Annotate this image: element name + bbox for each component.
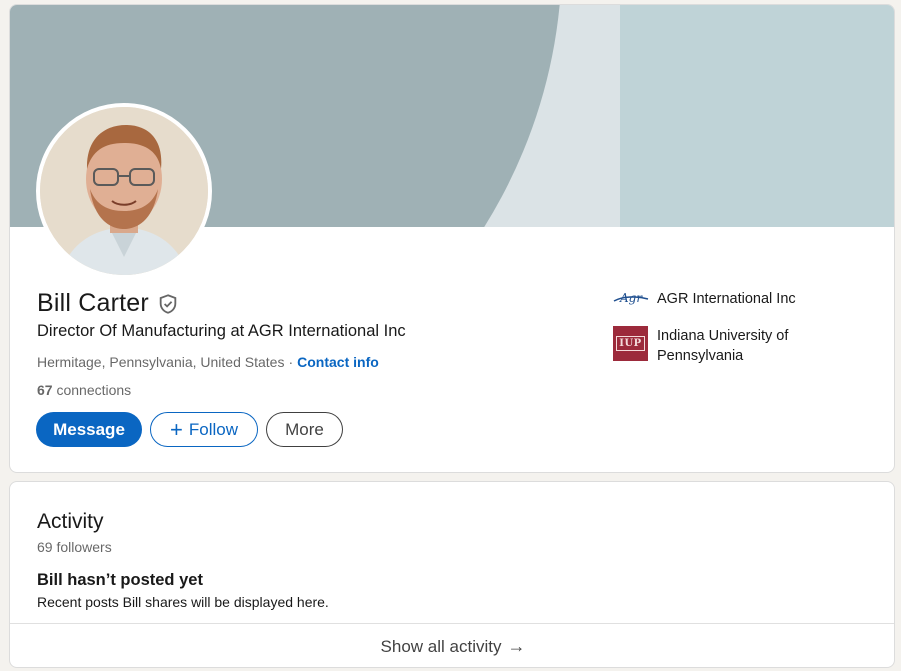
activity-card: Activity 69 followers Bill hasn’t posted… bbox=[9, 481, 895, 668]
profile-headline: Director Of Manufacturing at AGR Interna… bbox=[37, 322, 406, 340]
follow-label: Follow bbox=[188, 419, 238, 439]
iup-logo-text: IUP bbox=[616, 336, 645, 351]
activity-empty-title: Bill hasn’t posted yet bbox=[37, 571, 203, 589]
connections-link[interactable]: 67 connections bbox=[37, 382, 131, 398]
profile-name: Bill Carter bbox=[37, 289, 149, 317]
contact-info-link[interactable]: Contact info bbox=[297, 354, 379, 370]
follow-button[interactable]: + Follow bbox=[150, 412, 258, 447]
iup-logo-icon: IUP bbox=[613, 326, 648, 361]
activity-followers[interactable]: 69 followers bbox=[37, 539, 112, 555]
plus-icon: + bbox=[170, 416, 183, 442]
connections-label: connections bbox=[56, 382, 132, 398]
more-button[interactable]: More bbox=[266, 412, 343, 447]
org-name-iup: Indiana University of Pennsylvania bbox=[657, 328, 789, 364]
message-button[interactable]: Message bbox=[36, 412, 142, 447]
agr-logo-icon: Agr bbox=[613, 289, 649, 314]
location-row: Hermitage, Pennsylvania, United States ·… bbox=[37, 354, 379, 370]
org-item-iup[interactable]: IUP Indiana University of Pennsylvania bbox=[613, 326, 873, 366]
profile-photo-icon bbox=[40, 107, 208, 275]
org-list: Agr AGR International Inc IUP Indiana Un… bbox=[613, 289, 873, 378]
profile-location: Hermitage, Pennsylvania, United States bbox=[37, 354, 285, 370]
profile-card: Bill Carter Director Of Manufacturing at… bbox=[9, 4, 895, 473]
show-all-label: Show all activity bbox=[380, 636, 502, 656]
iup-logo-wrap: IUP bbox=[613, 326, 649, 361]
org-name-agr: AGR International Inc bbox=[657, 291, 796, 307]
show-all-activity-button[interactable]: Show all activity → bbox=[10, 624, 894, 667]
banner-panel bbox=[620, 5, 894, 227]
avatar[interactable] bbox=[36, 103, 212, 279]
arrow-right-icon: → bbox=[507, 636, 526, 656]
separator: · bbox=[288, 354, 294, 370]
connections-count: 67 bbox=[37, 382, 53, 398]
shield-check-icon[interactable] bbox=[157, 292, 179, 316]
activity-title: Activity bbox=[37, 510, 104, 533]
activity-empty-subtitle: Recent posts Bill shares will be display… bbox=[37, 594, 329, 610]
agr-logo-text: Agr bbox=[619, 291, 643, 305]
org-item-agr[interactable]: Agr AGR International Inc bbox=[613, 289, 873, 314]
name-row: Bill Carter bbox=[37, 289, 179, 318]
profile-actions: Message + Follow More bbox=[36, 412, 343, 447]
